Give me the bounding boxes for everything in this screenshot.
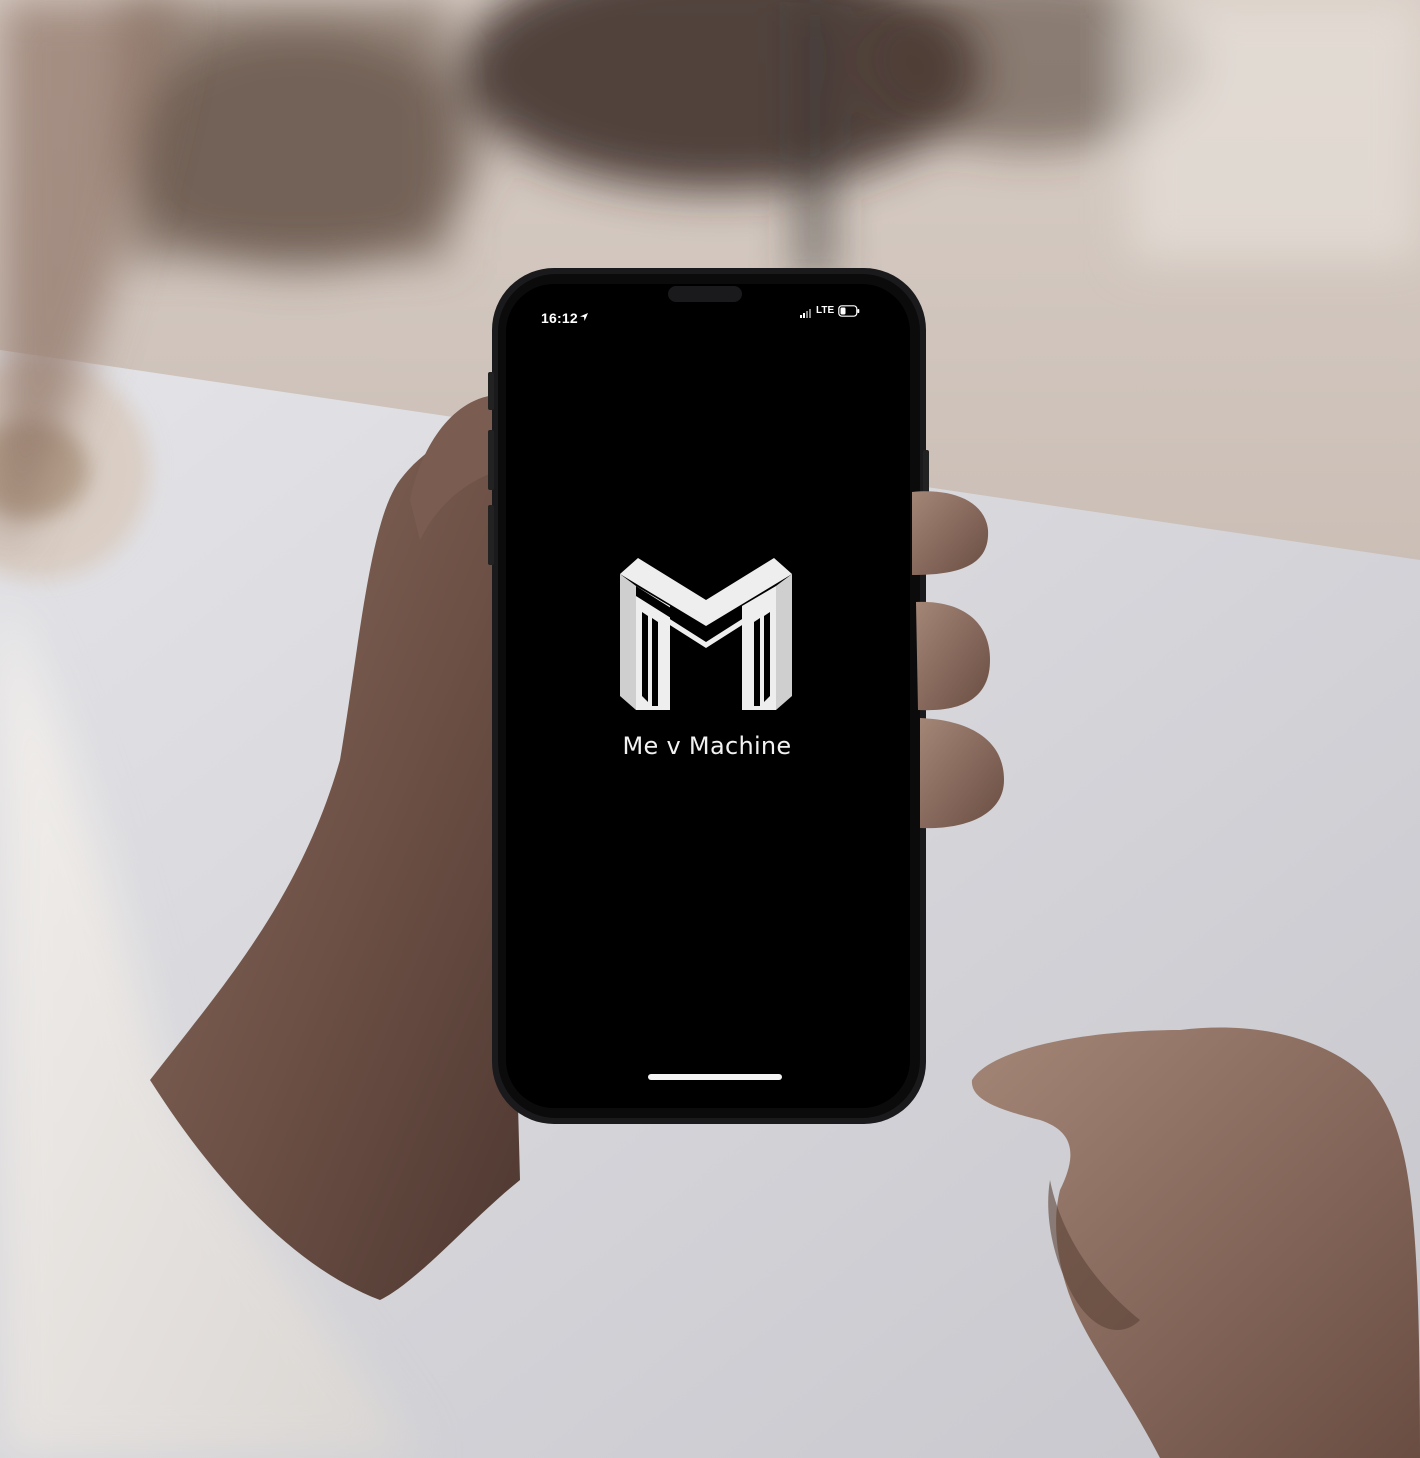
home-indicator[interactable] [648,1074,782,1080]
location-arrow-icon [580,313,588,321]
photo-scene [0,0,1420,1458]
signal-icon [800,309,811,318]
app-name: Me v Machine [622,732,792,760]
battery-icon [838,305,860,317]
status-time: 16:12 [541,310,578,326]
network-label: LTE [816,305,835,316]
m-logo-icon [620,558,792,710]
